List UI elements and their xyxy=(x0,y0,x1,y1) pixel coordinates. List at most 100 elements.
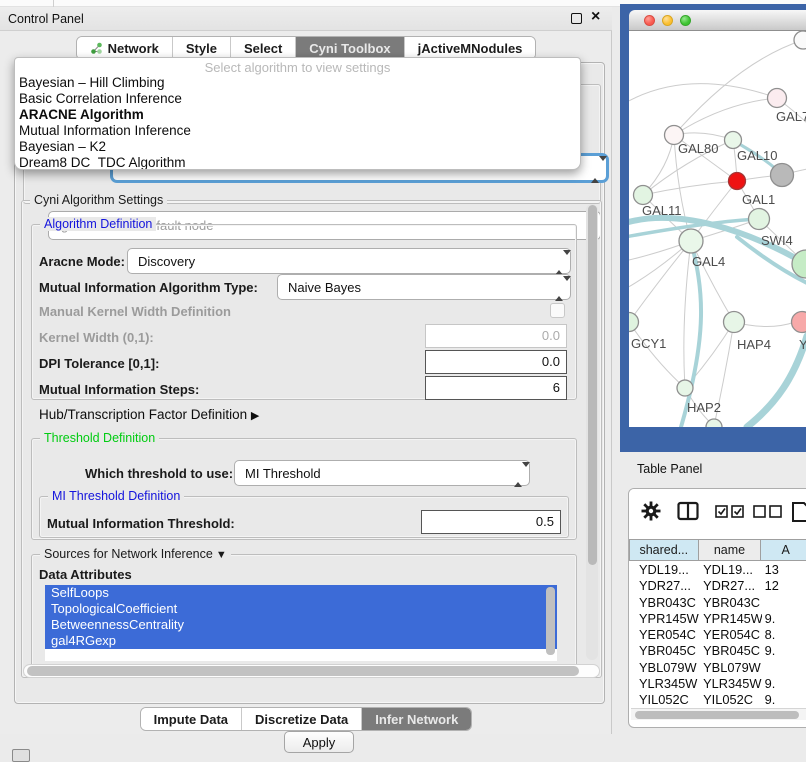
node-label-gal80: GAL80 xyxy=(678,141,718,156)
table-body: YDL19...YDL19...13YDR27...YDR27...12YBR0… xyxy=(629,561,806,708)
cell: YBR043C xyxy=(629,594,699,610)
attribute-item-selfloops[interactable]: SelfLoops xyxy=(45,585,557,601)
network-node-y[interactable] xyxy=(792,312,806,333)
manual-kernel-label: Manual Kernel Width Definition xyxy=(39,304,231,319)
table-header: shared...nameA xyxy=(629,539,806,561)
attribute-item-betweennesscentrality[interactable]: BetweennessCentrality xyxy=(45,617,557,633)
table-row[interactable]: YDR27...YDR27...12 xyxy=(629,577,806,593)
combo-stepper-icon xyxy=(555,255,563,270)
tab-label: Style xyxy=(186,41,217,56)
table-row[interactable]: YDL19...YDL19...13 xyxy=(629,561,806,577)
network-node-gal7[interactable] xyxy=(768,89,787,108)
tab-select[interactable]: Select xyxy=(231,37,296,59)
minimize-window-icon[interactable] xyxy=(662,15,673,26)
table-row[interactable]: YER054CYER054C8. xyxy=(629,626,806,642)
algorithm-option-bayesian-k2[interactable]: Bayesian – K2 xyxy=(15,139,580,155)
table-row[interactable]: YIL052CYIL052C9. xyxy=(629,691,806,707)
cell: 9. xyxy=(762,642,806,658)
apply-button[interactable]: Apply xyxy=(284,731,354,753)
algorithm-option-aracne-algorithm[interactable]: ARACNE Algorithm xyxy=(15,107,580,123)
which-threshold-label: Which threshold to use: xyxy=(85,466,233,481)
column-header-name[interactable]: name xyxy=(699,539,762,561)
algorithm-option-dream8-dc-tdc-algorithm[interactable]: Dream8 DC_TDC Algorithm xyxy=(15,155,580,170)
tab-infer-network[interactable]: Infer Network xyxy=(362,708,471,730)
kernel-width-label: Kernel Width (0,1): xyxy=(39,330,154,345)
algorithm-definition-title: Algorithm Definition xyxy=(40,217,156,231)
data-attributes-list[interactable]: SelfLoopsTopologicalCoefficientBetweenne… xyxy=(45,585,557,661)
settings-hscrollbar-thumb[interactable] xyxy=(27,666,579,676)
table-row[interactable]: YBL079WYBL079W xyxy=(629,659,806,675)
algorithm-option-basic-correlation-inference[interactable]: Basic Correlation Inference xyxy=(15,91,580,107)
close-panel-icon[interactable]: × xyxy=(591,8,600,26)
close-window-icon[interactable] xyxy=(644,15,655,26)
tab-discretize-data[interactable]: Discretize Data xyxy=(242,708,362,730)
node-label-gal11: GAL11 xyxy=(642,203,682,218)
network-node-gal1[interactable] xyxy=(729,173,746,190)
network-edge[interactable] xyxy=(629,84,777,103)
split-columns-icon[interactable] xyxy=(677,501,699,521)
mi-type-combo[interactable]: Naive Bayes xyxy=(277,274,571,300)
network-node-hap4[interactable] xyxy=(724,312,745,333)
network-node[interactable] xyxy=(771,164,794,187)
float-panel-icon[interactable] xyxy=(571,13,582,24)
table-row[interactable]: YPR145WYPR145W9. xyxy=(629,610,806,626)
manual-kernel-checkbox[interactable] xyxy=(550,303,565,318)
combo-stepper-icon xyxy=(514,467,522,482)
dpi-tolerance-field[interactable]: 0.0 xyxy=(425,350,567,374)
network-node-gal11[interactable] xyxy=(634,186,653,205)
attributes-scrollbar-thumb[interactable] xyxy=(546,587,555,655)
tab-label: Impute Data xyxy=(154,712,228,727)
settings-scrollbar-thumb[interactable] xyxy=(588,205,597,565)
mi-type-value: Naive Bayes xyxy=(288,280,361,295)
mi-steps-field[interactable]: 6 xyxy=(425,376,567,400)
mi-threshold-field[interactable]: 0.5 xyxy=(421,510,561,534)
cell: YLR345W xyxy=(699,675,762,691)
network-edge[interactable] xyxy=(684,241,691,388)
which-threshold-value: MI Threshold xyxy=(245,466,321,481)
network-node-gal10[interactable] xyxy=(725,132,742,149)
network-edge[interactable] xyxy=(643,181,737,195)
kernel-width-field[interactable]: 0.0 xyxy=(425,324,567,348)
aracne-mode-combo[interactable]: Discovery xyxy=(127,248,571,274)
algorithm-popup: Select algorithm to view settings Bayesi… xyxy=(14,57,581,170)
tab-jactivemnodules[interactable]: jActiveMNodules xyxy=(405,37,536,59)
algorithm-option-mutual-information-inference[interactable]: Mutual Information Inference xyxy=(15,123,580,139)
table-hscrollbar-thumb[interactable] xyxy=(635,711,799,719)
tab-cyni-toolbox[interactable]: Cyni Toolbox xyxy=(296,37,404,59)
algorithm-option-bayesian-hill-climbing[interactable]: Bayesian – Hill Climbing xyxy=(15,75,580,91)
minimized-panel-icon[interactable] xyxy=(12,749,30,762)
hub-definition-toggle[interactable]: Hub/Transcription Factor Definition ▶ xyxy=(39,407,259,422)
network-node-hap2[interactable] xyxy=(677,380,693,396)
network-edge[interactable] xyxy=(674,98,777,135)
column-header-a[interactable]: A xyxy=(761,539,806,561)
which-threshold-combo[interactable]: MI Threshold xyxy=(234,460,530,486)
table-hscrollbar-track[interactable] xyxy=(631,708,806,720)
mi-type-label: Mutual Information Algorithm Type: xyxy=(39,280,258,295)
gear-icon[interactable] xyxy=(641,501,661,521)
tab-impute-data[interactable]: Impute Data xyxy=(141,708,242,730)
network-node-swi4[interactable] xyxy=(749,209,770,230)
cell: YDR27... xyxy=(629,577,699,593)
column-header-shared[interactable]: shared... xyxy=(629,539,699,561)
control-panel-title: Control Panel xyxy=(8,12,84,26)
document-icon[interactable] xyxy=(791,501,806,523)
network-window-titlebar[interactable] xyxy=(629,10,806,31)
network-view[interactable]: GAL7GAL80GAL10GAL1SWI4GAL11GAL4GCY1HAP4Y… xyxy=(629,31,806,427)
select-all-columns-icon[interactable] xyxy=(715,505,745,518)
network-node[interactable] xyxy=(794,31,806,49)
table-row[interactable]: YLR345WYLR345W9. xyxy=(629,675,806,691)
cell: YBL079W xyxy=(629,659,699,675)
tab-network[interactable]: Network xyxy=(77,37,173,59)
attribute-item-gal4rgexp[interactable]: gal4RGexp xyxy=(45,633,557,649)
tab-style[interactable]: Style xyxy=(173,37,231,59)
network-edge[interactable] xyxy=(629,322,685,388)
table-row[interactable]: YBR045CYBR045C9. xyxy=(629,642,806,658)
attribute-item-topologicalcoefficient[interactable]: TopologicalCoefficient xyxy=(45,601,557,617)
node-label-gal1: GAL1 xyxy=(742,192,775,207)
network-node-gcy1[interactable] xyxy=(629,313,639,332)
network-node-gal4[interactable] xyxy=(679,229,703,253)
cell: YLR345W xyxy=(629,675,699,691)
deselect-all-columns-icon[interactable] xyxy=(753,505,783,518)
zoom-window-icon[interactable] xyxy=(680,15,691,26)
table-row[interactable]: YBR043CYBR043C xyxy=(629,594,806,610)
